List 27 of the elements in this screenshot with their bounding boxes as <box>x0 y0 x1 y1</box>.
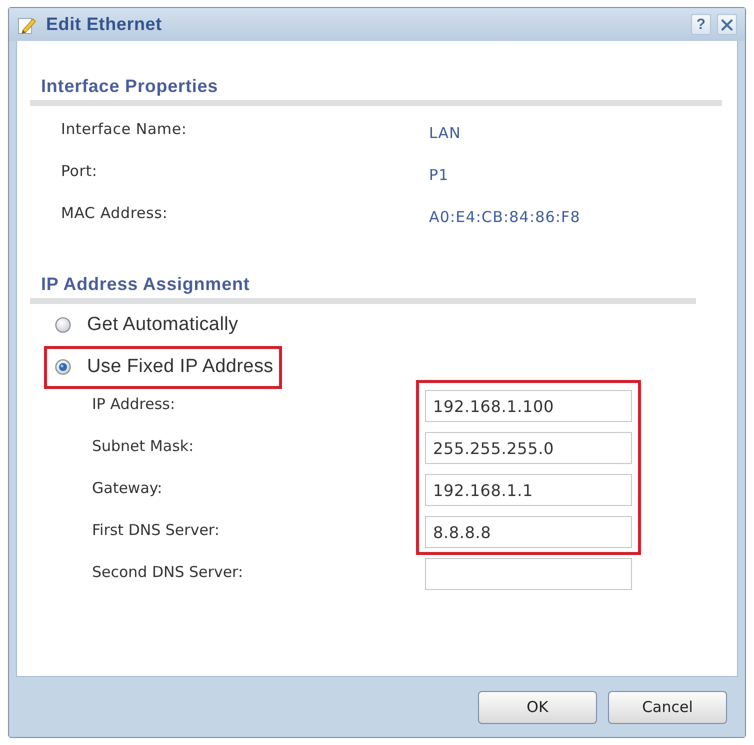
input-field[interactable]: 192.168.1.100 <box>425 390 632 422</box>
radio-option[interactable]: Get Automatically <box>55 314 238 336</box>
section-heading: Interface Properties <box>40 76 220 96</box>
field-label: Gateway: <box>92 479 164 497</box>
field-label: IP Address: <box>92 395 176 413</box>
radio-option[interactable]: Use Fixed IP Address <box>55 356 274 378</box>
window-title: Edit Ethernet <box>46 14 163 35</box>
field-label: Subnet Mask: <box>92 437 195 455</box>
property-label: Interface Name: <box>61 120 188 138</box>
dialog-button[interactable]: Cancel <box>608 690 727 724</box>
property-label: MAC Address: <box>61 204 169 222</box>
field-label: Second DNS Server: <box>92 563 244 581</box>
property-value: A0:E4:CB:84:86:F8 <box>429 208 582 226</box>
input-field[interactable]: 255.255.255.0 <box>425 432 632 464</box>
property-value: LAN <box>429 124 462 142</box>
pencil-icon <box>18 16 36 34</box>
help-button[interactable]: ? <box>691 14 711 35</box>
input-field[interactable] <box>425 558 632 590</box>
input-field[interactable]: 8.8.8.8 <box>425 516 632 548</box>
close-button[interactable] <box>717 14 737 35</box>
property-value: P1 <box>429 166 450 184</box>
dialog-button[interactable]: OK <box>478 690 597 724</box>
field-label: First DNS Server: <box>92 521 220 539</box>
section-heading: IP Address Assignment <box>40 274 251 294</box>
property-label: Port: <box>61 162 98 180</box>
input-field[interactable]: 192.168.1.1 <box>425 474 632 506</box>
close-icon <box>721 18 733 30</box>
